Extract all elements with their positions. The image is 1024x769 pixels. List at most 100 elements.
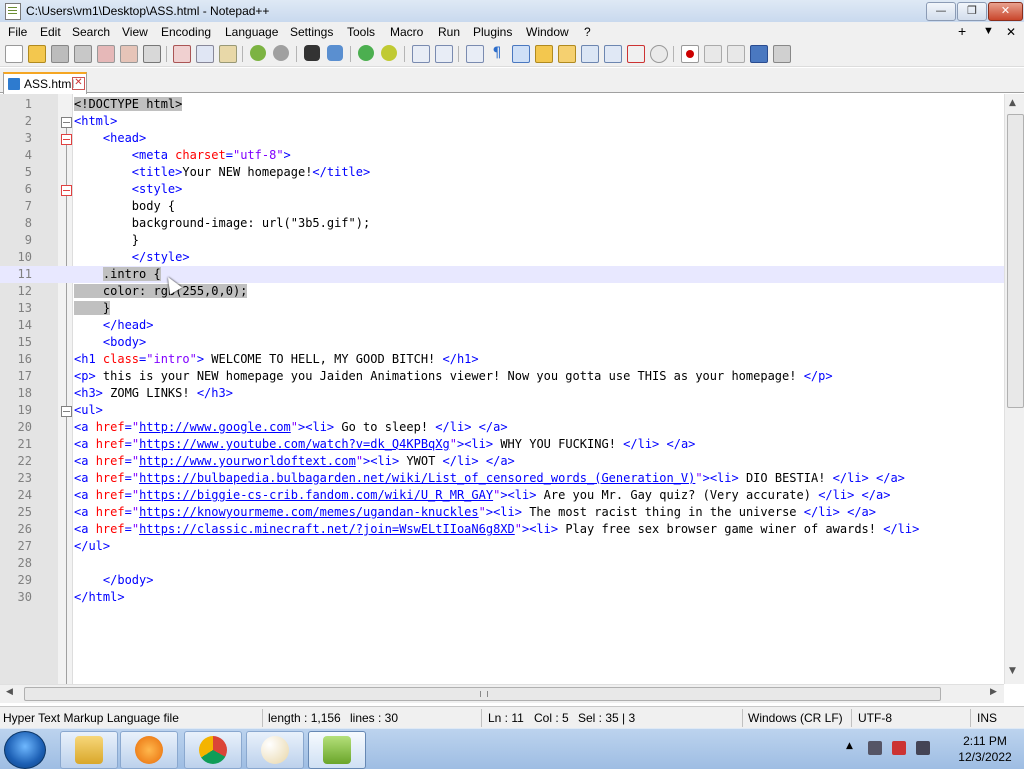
find-icon[interactable]: [304, 45, 320, 61]
sync-horizontal-icon[interactable]: [435, 45, 453, 63]
zoom-out-icon[interactable]: [381, 45, 397, 61]
scroll-down-arrow-icon[interactable]: ▼: [1009, 666, 1016, 676]
vertical-scrollbar[interactable]: ▲ ▼: [1004, 94, 1024, 684]
code-line[interactable]: 22 <a href="http://www.yourworldoftext.co…: [0, 453, 1004, 470]
code-line[interactable]: 28: [0, 555, 1004, 572]
code-line[interactable]: 9 }: [0, 232, 1004, 249]
copy-icon[interactable]: [196, 45, 214, 63]
tab-list-dropdown[interactable]: ▼: [983, 25, 994, 37]
code-line[interactable]: 11 .intro {: [0, 266, 1004, 283]
code-line[interactable]: 8 background-image: url("3b5.gif");: [0, 215, 1004, 232]
folder-as-workspace-icon[interactable]: [535, 45, 553, 63]
doc-list-icon[interactable]: [604, 45, 622, 63]
save-icon[interactable]: [51, 45, 69, 63]
replace-icon[interactable]: [327, 45, 343, 61]
status-encoding[interactable]: UTF-8: [858, 711, 892, 725]
code-line[interactable]: 19 <ul>: [0, 402, 1004, 419]
code-line[interactable]: 15 <body>: [0, 334, 1004, 351]
menu-help[interactable]: ?: [584, 25, 591, 39]
menu-search[interactable]: Search: [72, 25, 110, 39]
code-line[interactable]: 3 <head>: [0, 130, 1004, 147]
taskbar-notepadpp[interactable]: [308, 731, 366, 769]
volume-icon[interactable]: [916, 741, 930, 755]
fold-toggle-icon[interactable]: [61, 117, 72, 128]
horizontal-scrollbar[interactable]: ◀ ▶: [0, 684, 1004, 703]
menu-settings[interactable]: Settings: [290, 25, 333, 39]
undo-icon[interactable]: [250, 45, 266, 61]
taskbar-paint[interactable]: [246, 731, 304, 769]
zoom-in-icon[interactable]: [358, 45, 374, 61]
editor-area[interactable]: 1 <!DOCTYPE html> 2 <html> 3 <head> 4 <meta c…: [0, 94, 1024, 686]
code-line[interactable]: 25 <a href="https://knowyourmeme.com/meme…: [0, 504, 1004, 521]
new-tab-button[interactable]: +: [958, 23, 966, 39]
status-insert-mode[interactable]: INS: [977, 711, 997, 725]
vertical-scroll-thumb[interactable]: [1007, 114, 1024, 408]
save-all-icon[interactable]: [74, 45, 92, 63]
record-macro-icon[interactable]: [681, 45, 699, 63]
code-text[interactable]: 1 <!DOCTYPE html> 2 <html> 3 <head> 4 <meta c…: [0, 94, 1004, 686]
code-line[interactable]: 14 </head>: [0, 317, 1004, 334]
scroll-up-arrow-icon[interactable]: ▲: [1009, 98, 1016, 108]
minimize-button[interactable]: —: [926, 2, 956, 21]
print-icon[interactable]: [143, 45, 161, 63]
close-document-button[interactable]: ✕: [1006, 25, 1016, 39]
run-macro-multiple-icon[interactable]: [750, 45, 768, 63]
stop-record-icon[interactable]: [704, 45, 722, 63]
menu-view[interactable]: View: [122, 25, 148, 39]
action-center-icon[interactable]: [892, 741, 906, 755]
code-line[interactable]: 29 </body>: [0, 572, 1004, 589]
code-line[interactable]: 7 body {: [0, 198, 1004, 215]
code-line[interactable]: 26 <a href="https://classic.minecraft.net…: [0, 521, 1004, 538]
taskbar-media-player[interactable]: [120, 731, 178, 769]
menu-macro[interactable]: Macro: [390, 25, 423, 39]
clock-time[interactable]: 2:11 PM: [956, 734, 1014, 748]
code-line[interactable]: 6 <style>: [0, 181, 1004, 198]
menu-edit[interactable]: Edit: [40, 25, 61, 39]
code-line[interactable]: 24 <a href="https://biggie-cs-crib.fandom…: [0, 487, 1004, 504]
play-macro-icon[interactable]: [727, 45, 745, 63]
close-button[interactable]: ✕: [988, 2, 1023, 21]
code-line[interactable]: 17 <p> this is your NEW homepage you Jaid…: [0, 368, 1004, 385]
status-eol[interactable]: Windows (CR LF): [748, 711, 843, 725]
menu-run[interactable]: Run: [438, 25, 460, 39]
code-line[interactable]: 21 <a href="https://www.youtube.com/watch…: [0, 436, 1004, 453]
code-line[interactable]: 12 color: rgb(255,0,0);: [0, 283, 1004, 300]
fold-toggle-icon[interactable]: [61, 406, 72, 417]
code-line[interactable]: 16 <h1 class="intro"> WELCOME TO HELL, MY…: [0, 351, 1004, 368]
maximize-button[interactable]: ❐: [957, 2, 987, 21]
taskbar-explorer[interactable]: [60, 731, 118, 769]
scroll-left-arrow-icon[interactable]: ◀: [6, 687, 13, 697]
function-list-icon[interactable]: [558, 45, 576, 63]
user-define-icon[interactable]: [627, 45, 645, 63]
tab-ass-html[interactable]: ASS.html ✕: [3, 72, 87, 94]
menu-language[interactable]: Language: [225, 25, 278, 39]
open-file-icon[interactable]: [28, 45, 46, 63]
close-all-icon[interactable]: [120, 45, 138, 63]
code-line[interactable]: 4 <meta charset="utf-8">: [0, 147, 1004, 164]
fold-toggle-icon[interactable]: [61, 185, 72, 196]
code-line[interactable]: 23 <a href="https://bulbapedia.bulbagarde…: [0, 470, 1004, 487]
notepadpp-app-icon[interactable]: [5, 3, 21, 20]
monitoring-icon[interactable]: [650, 45, 668, 63]
code-line[interactable]: 13 }: [0, 300, 1004, 317]
redo-icon[interactable]: [273, 45, 289, 61]
save-macro-icon[interactable]: [773, 45, 791, 63]
taskbar-chrome[interactable]: [184, 731, 242, 769]
scroll-right-arrow-icon[interactable]: ▶: [990, 687, 997, 697]
code-line[interactable]: 2 <html>: [0, 113, 1004, 130]
clock-date[interactable]: 12/3/2022: [956, 750, 1014, 764]
cut-icon[interactable]: [173, 45, 191, 63]
close-icon[interactable]: [97, 45, 115, 63]
new-file-icon[interactable]: [5, 45, 23, 63]
code-line[interactable]: 20 <a href="http://www.google.com"><li> G…: [0, 419, 1004, 436]
paste-icon[interactable]: [219, 45, 237, 63]
code-line[interactable]: 18 <h3> ZOMG LINKS! </h3>: [0, 385, 1004, 402]
menu-tools[interactable]: Tools: [347, 25, 375, 39]
show-all-chars-icon[interactable]: ¶: [489, 45, 505, 61]
code-line[interactable]: 5 <title>Your NEW homepage!</title>: [0, 164, 1004, 181]
code-line[interactable]: 27 </ul>: [0, 538, 1004, 555]
start-button-icon[interactable]: [4, 731, 46, 769]
horizontal-scroll-thumb[interactable]: [24, 687, 941, 701]
code-line[interactable]: 1 <!DOCTYPE html>: [0, 96, 1004, 113]
network-icon[interactable]: [868, 741, 882, 755]
